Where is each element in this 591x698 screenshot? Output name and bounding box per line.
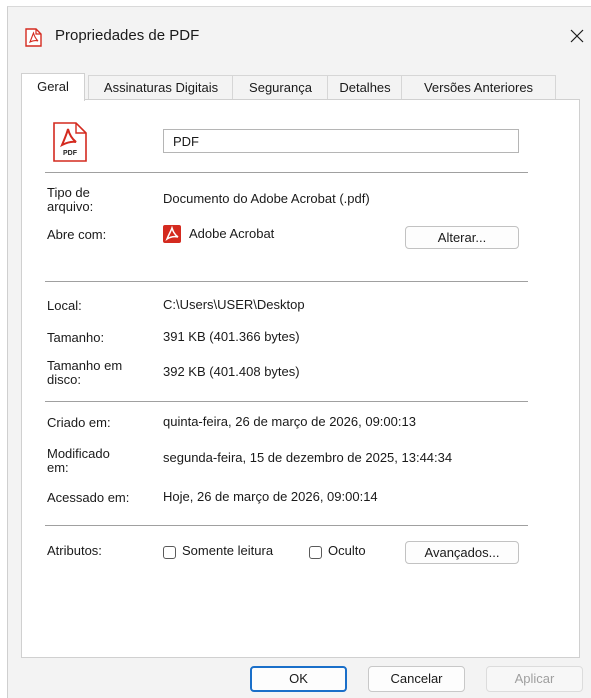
change-button[interactable]: Alterar... bbox=[405, 226, 519, 249]
close-button[interactable] bbox=[565, 24, 589, 48]
tab-label: Segurança bbox=[249, 80, 312, 95]
tab-label: Geral bbox=[37, 79, 69, 94]
type-label-line2: arquivo: bbox=[47, 199, 94, 214]
tab-label: Assinaturas Digitais bbox=[103, 80, 219, 95]
accessed-label: Acessado em: bbox=[47, 490, 130, 505]
modified-label-line2: em: bbox=[47, 460, 69, 475]
tab-geral[interactable]: Geral bbox=[21, 73, 85, 101]
opens-with-value: Adobe Acrobat bbox=[189, 226, 275, 241]
apply-button[interactable]: Aplicar bbox=[486, 666, 583, 692]
location-label: Local: bbox=[47, 298, 82, 313]
cancel-button[interactable]: Cancelar bbox=[368, 666, 465, 692]
pdf-file-icon: PDF bbox=[51, 121, 88, 163]
created-value: quinta-feira, 26 de março de 2026, 09:00… bbox=[163, 414, 416, 429]
disk-size-label-line2: disco: bbox=[47, 372, 81, 387]
opens-with-label: Abre com: bbox=[47, 227, 107, 242]
close-icon bbox=[570, 29, 584, 43]
disk-size-value: 392 KB (401.408 bytes) bbox=[163, 364, 300, 379]
separator bbox=[45, 172, 528, 173]
size-value: 391 KB (401.366 bytes) bbox=[163, 329, 300, 344]
ok-button[interactable]: OK bbox=[250, 666, 347, 692]
adobe-acrobat-icon bbox=[163, 225, 181, 243]
location-value: C:\Users\USER\Desktop bbox=[163, 297, 305, 312]
tab-versoes-anteriores[interactable]: Versões Anteriores bbox=[401, 75, 556, 100]
hidden-checkbox[interactable] bbox=[309, 546, 322, 559]
readonly-checkbox[interactable] bbox=[163, 546, 176, 559]
modified-label-line1: Modificado bbox=[47, 446, 110, 461]
properties-dialog: Propriedades de PDF Geral Assinaturas Di… bbox=[7, 6, 591, 698]
tab-label: Versões Anteriores bbox=[423, 80, 534, 95]
type-label-line1: Tipo de bbox=[47, 185, 90, 200]
window-title: Propriedades de PDF bbox=[55, 27, 200, 44]
tab-assinaturas-digitais[interactable]: Assinaturas Digitais bbox=[88, 75, 234, 100]
separator bbox=[45, 525, 528, 526]
type-value: Documento do Adobe Acrobat (.pdf) bbox=[163, 191, 370, 206]
disk-size-label-line1: Tamanho em bbox=[47, 358, 123, 373]
general-tab-panel: PDF Tipo de arquivo: Documento do Adobe … bbox=[21, 99, 580, 658]
title-bar: Propriedades de PDF bbox=[8, 7, 591, 59]
accessed-value: Hoje, 26 de março de 2026, 09:00:14 bbox=[163, 489, 378, 504]
created-label: Criado em: bbox=[47, 415, 111, 430]
file-name-input[interactable] bbox=[163, 129, 519, 153]
attributes-label: Atributos: bbox=[47, 543, 102, 558]
separator bbox=[45, 401, 528, 402]
separator bbox=[45, 281, 528, 282]
pdf-document-icon bbox=[25, 28, 42, 47]
size-label: Tamanho: bbox=[47, 330, 105, 345]
tab-detalhes[interactable]: Detalhes bbox=[327, 75, 403, 100]
readonly-label[interactable]: Somente leitura bbox=[182, 543, 273, 558]
pdf-icon-caption: PDF bbox=[63, 150, 77, 157]
modified-value: segunda-feira, 15 de dezembro de 2025, 1… bbox=[163, 450, 453, 465]
tab-seguranca[interactable]: Segurança bbox=[232, 75, 329, 100]
hidden-label[interactable]: Oculto bbox=[328, 543, 366, 558]
tab-label: Detalhes bbox=[339, 80, 391, 95]
advanced-button[interactable]: Avançados... bbox=[405, 541, 519, 564]
